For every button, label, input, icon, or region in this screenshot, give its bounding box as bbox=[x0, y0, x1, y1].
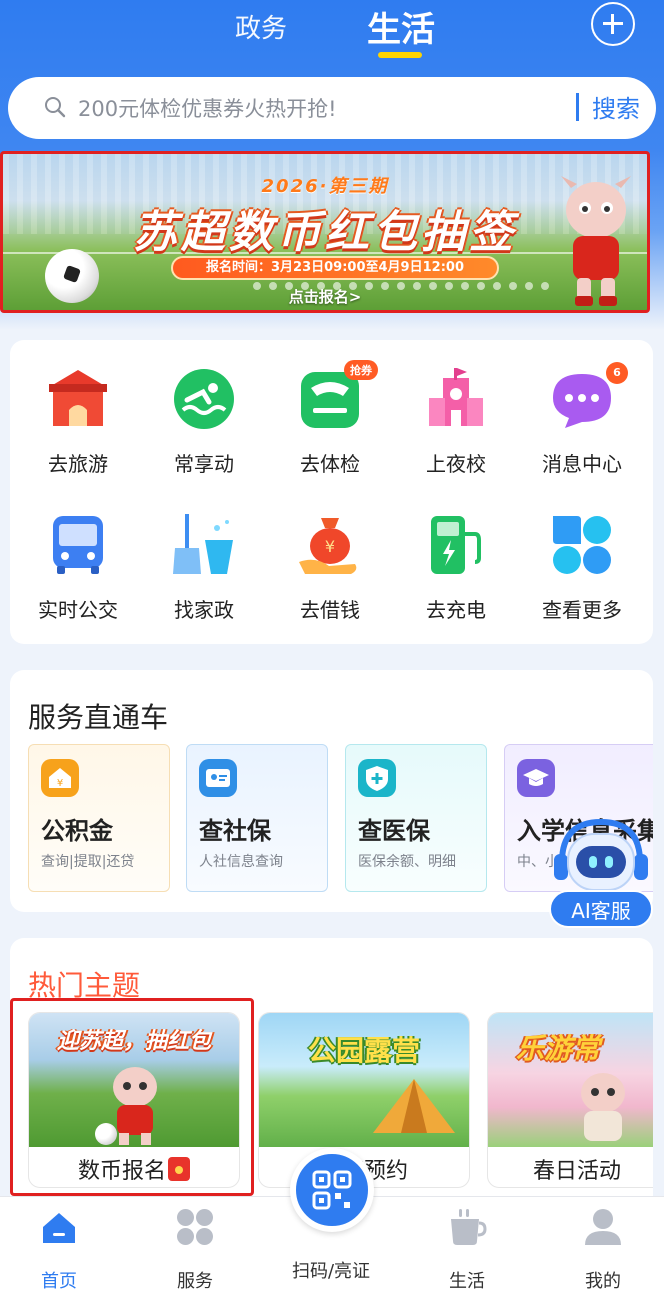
broom-icon bbox=[173, 514, 233, 574]
header: 政务 生活 bbox=[0, 0, 664, 70]
banner-title: 苏超数币红包抽签 bbox=[133, 207, 517, 258]
theme-image-text: 乐游常 bbox=[516, 1032, 601, 1065]
grid-item-night-school[interactable]: 上夜校 bbox=[396, 364, 516, 477]
coffee-cup-icon bbox=[451, 1209, 487, 1245]
grid-item-sport[interactable]: 常享动 bbox=[144, 364, 264, 477]
banner-cta[interactable]: 点击报名> bbox=[3, 286, 647, 307]
service-tile-name: 查医保 bbox=[358, 817, 430, 845]
grid-label: 常享动 bbox=[174, 452, 234, 476]
search-button[interactable]: 搜索 bbox=[592, 89, 640, 124]
grid-label: 去借钱 bbox=[300, 598, 360, 622]
swim-icon bbox=[174, 369, 234, 429]
theme-card-camping[interactable]: 公园露营 露营预约 bbox=[258, 1012, 470, 1188]
service-tile-desc: 医保余额、明细 bbox=[358, 854, 456, 870]
svg-text:¥: ¥ bbox=[325, 537, 335, 556]
theme-caption: 春日活动 bbox=[532, 1159, 621, 1184]
service-tile-medical-insurance[interactable]: 查医保 医保余额、明细 bbox=[345, 744, 487, 892]
scan-button[interactable] bbox=[290, 1148, 374, 1232]
nav-label: 生活 bbox=[449, 1271, 485, 1292]
tab-life[interactable]: 生活 bbox=[367, 2, 435, 51]
bus-icon bbox=[53, 516, 103, 574]
ai-customer-service-button[interactable]: AI客服 bbox=[549, 890, 653, 928]
four-dots-icon bbox=[177, 1209, 213, 1245]
grid-item-bus[interactable]: 实时公交 bbox=[18, 510, 138, 623]
grid-label: 去旅游 bbox=[48, 452, 108, 476]
nav-mine[interactable]: 我的 bbox=[548, 1207, 658, 1293]
more-grid-icon bbox=[553, 516, 611, 574]
service-tile-desc: 人社信息查询 bbox=[199, 854, 283, 870]
nav-label: 扫码/亮证 bbox=[291, 1261, 371, 1282]
grid-item-more[interactable]: 查看更多 bbox=[522, 510, 642, 623]
house-icon: ¥ bbox=[41, 759, 79, 797]
grid-item-messages[interactable]: 6 消息中心 bbox=[522, 362, 642, 477]
grid-item-travel[interactable]: 去旅游 bbox=[18, 364, 138, 477]
service-tile-housing-fund[interactable]: ¥ 公积金 查询|提取|还贷 bbox=[28, 744, 170, 892]
nav-service[interactable]: 服务 bbox=[140, 1207, 250, 1293]
active-tab-indicator bbox=[378, 52, 422, 58]
banner-signup-time: 报名时间：3月23日09:00至4月9日12:00 bbox=[171, 256, 499, 280]
quick-entry-grid: 去旅游 常享动 抢券 去体检 上夜校 6 消息中心 实时公交 找家政 ¥ 去借钱… bbox=[10, 340, 653, 644]
money-bag-icon: ¥ bbox=[299, 518, 357, 574]
dragon-mascot-icon bbox=[581, 1073, 625, 1141]
grid-item-checkup[interactable]: 抢券 去体检 bbox=[270, 360, 390, 477]
search-icon bbox=[45, 97, 66, 118]
plus-circle-icon[interactable] bbox=[591, 2, 635, 46]
svg-text:¥: ¥ bbox=[57, 778, 63, 789]
nav-label: 服务 bbox=[177, 1271, 213, 1292]
service-tile-name: 公积金 bbox=[41, 817, 113, 845]
search-divider bbox=[576, 93, 579, 121]
grid-badge: 抢券 bbox=[344, 360, 378, 380]
service-tile-name: 查社保 bbox=[199, 817, 271, 845]
tab-gov[interactable]: 政务 bbox=[235, 8, 287, 45]
id-card-icon bbox=[199, 759, 237, 797]
grid-label: 去充电 bbox=[426, 598, 486, 622]
grid-label: 实时公交 bbox=[38, 598, 118, 622]
grid-label: 去体检 bbox=[300, 452, 360, 476]
service-section-title: 服务直通车 bbox=[28, 701, 169, 734]
grid-label: 找家政 bbox=[174, 598, 234, 622]
nav-label: 首页 bbox=[41, 1271, 77, 1292]
theme-card-spring[interactable]: 乐游常 春日活动 bbox=[487, 1012, 653, 1188]
grid-item-charge[interactable]: 去充电 bbox=[396, 510, 516, 623]
theme-image-text: 公园露营 bbox=[307, 1034, 420, 1067]
graduation-cap-icon bbox=[517, 759, 555, 797]
nav-life[interactable]: 生活 bbox=[412, 1207, 522, 1293]
search-placeholder: 200元体检优惠券火热开抢! bbox=[78, 97, 337, 121]
user-icon bbox=[585, 1209, 621, 1245]
grid-item-housekeeping[interactable]: 找家政 bbox=[144, 510, 264, 623]
school-icon bbox=[429, 368, 483, 426]
theme-image: 乐游常 bbox=[488, 1013, 653, 1147]
nav-label: 我的 bbox=[585, 1271, 621, 1292]
nav-home[interactable]: 首页 bbox=[4, 1207, 114, 1293]
highlight-frame bbox=[10, 998, 254, 1196]
charger-icon bbox=[431, 516, 481, 574]
shield-plus-icon bbox=[358, 759, 396, 797]
promo-banner[interactable]: 2026·第三期 苏超数币红包抽签 报名时间：3月23日09:00至4月9日12… bbox=[0, 151, 650, 313]
grid-label: 上夜校 bbox=[426, 452, 486, 476]
service-tile-social-security[interactable]: 查社保 人社信息查询 bbox=[186, 744, 328, 892]
message-count-badge: 6 bbox=[606, 362, 628, 384]
gate-icon bbox=[49, 370, 107, 426]
grid-label: 查看更多 bbox=[542, 598, 622, 622]
home-icon bbox=[43, 1213, 75, 1243]
service-tile-desc: 查询|提取|还贷 bbox=[41, 854, 135, 870]
nav-scan-label-wrap[interactable]: 扫码/亮证 bbox=[276, 1257, 386, 1283]
tent-icon bbox=[373, 1079, 455, 1133]
grid-item-loan[interactable]: ¥ 去借钱 bbox=[270, 510, 390, 623]
grid-label: 消息中心 bbox=[542, 452, 622, 476]
banner-subtitle: 2026·第三期 bbox=[261, 176, 389, 197]
search-bar[interactable]: 200元体检优惠券火热开抢! 搜索 bbox=[8, 77, 656, 139]
theme-image: 公园露营 bbox=[259, 1013, 469, 1147]
qr-code-icon bbox=[312, 1170, 352, 1210]
